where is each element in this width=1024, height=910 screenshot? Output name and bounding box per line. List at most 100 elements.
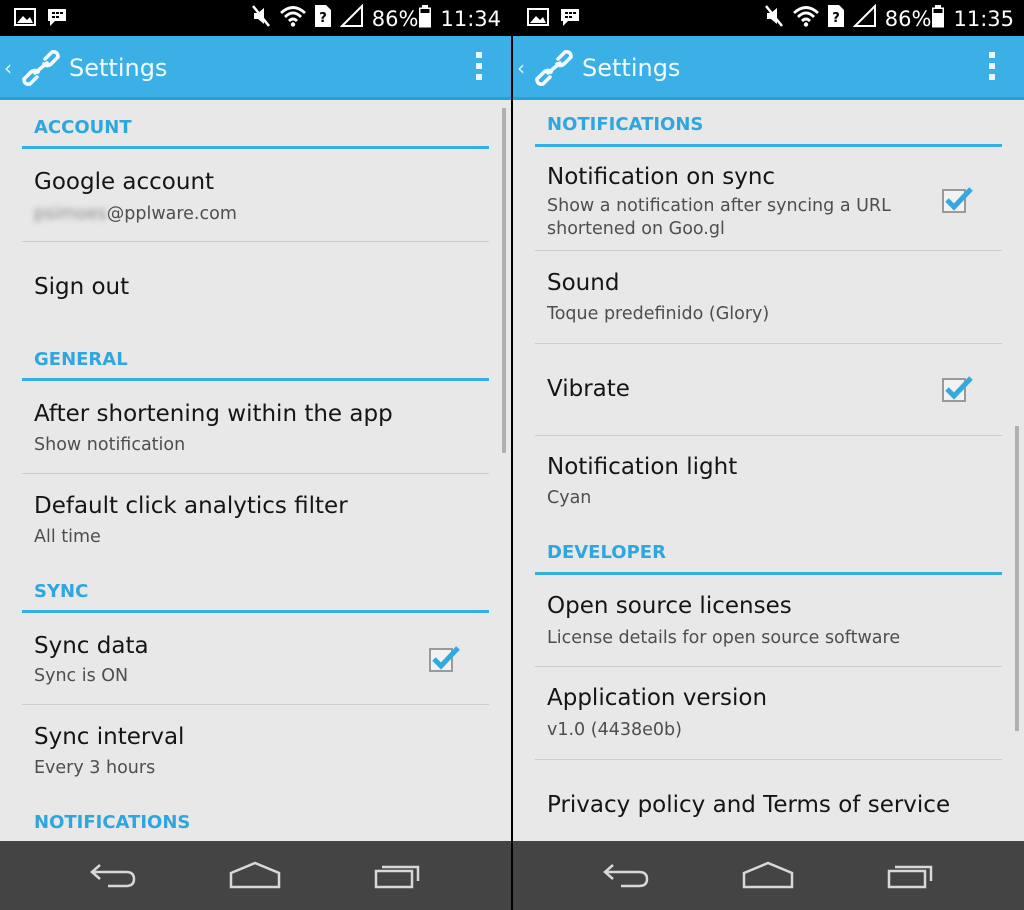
pref-summary: Cyan xyxy=(547,488,592,508)
up-caret[interactable]: ‹ xyxy=(517,56,525,80)
category-label: GENERAL xyxy=(34,349,128,370)
link-logo-icon[interactable] xyxy=(533,48,575,88)
email-domain: @pplware.com xyxy=(106,204,237,224)
category-label: SYNC xyxy=(34,581,89,602)
clock: 11:35 xyxy=(953,6,1014,31)
hidden-username: psimoes xyxy=(34,204,107,224)
category-label: ACCOUNT xyxy=(34,117,132,138)
navigation-bar xyxy=(0,841,511,910)
pref-google-account[interactable]: Google account psimoes@pplware.com xyxy=(22,149,489,242)
pref-title: After shortening within the app xyxy=(34,401,393,427)
pref-summary: psimoes@pplware.com xyxy=(34,203,237,226)
pref-notification-light[interactable]: Notification light Cyan xyxy=(535,437,1002,531)
pref-summary: Show notification xyxy=(34,435,186,455)
pref-title: Application version xyxy=(547,685,768,711)
pref-summary: All time xyxy=(34,527,101,547)
pref-sync-interval[interactable]: Sync interval Every 3 hours xyxy=(22,706,489,800)
pref-summary-line1: Show a notification after syncing a URL xyxy=(547,196,891,216)
link-logo-icon[interactable] xyxy=(20,48,62,88)
overflow-menu-icon[interactable] xyxy=(475,52,483,84)
battery-icon xyxy=(931,4,945,33)
sim-icon: ? xyxy=(314,4,332,33)
pref-sync-data[interactable]: Sync data Sync is ON xyxy=(22,613,489,705)
signal-icon xyxy=(339,3,364,33)
wifi-icon xyxy=(792,5,819,32)
category-account: ACCOUNT xyxy=(22,105,489,149)
back-icon[interactable] xyxy=(601,859,653,891)
scrollbar[interactable] xyxy=(502,108,506,453)
pref-privacy-policy[interactable]: Privacy policy and Terms of service xyxy=(535,761,1002,841)
left-screen: ? 86% 11:34 ‹ Settings ACCOUNT Google ac… xyxy=(0,0,511,910)
mute-icon xyxy=(250,4,272,33)
checkbox-checked-icon[interactable] xyxy=(942,187,973,213)
category-label: NOTIFICATIONS xyxy=(34,812,191,833)
pref-title: Notification light xyxy=(547,454,738,480)
image-icon xyxy=(14,7,36,31)
action-bar: ‹ Settings xyxy=(0,36,511,100)
pref-title: Notification on sync xyxy=(547,164,776,190)
svg-text:?: ? xyxy=(832,11,840,26)
checkbox-checked-icon[interactable] xyxy=(429,646,460,672)
pref-summary: Sync is ON xyxy=(34,666,129,686)
app-title: Settings xyxy=(582,54,681,82)
checkbox-checked-icon[interactable] xyxy=(942,376,973,402)
overflow-menu-icon[interactable] xyxy=(988,52,996,84)
pref-summary: Every 3 hours xyxy=(34,758,156,778)
pref-application-version[interactable]: Application version v1.0 (4438e0b) xyxy=(535,668,1002,760)
bbm-icon xyxy=(559,7,581,31)
svg-text:?: ? xyxy=(319,11,327,26)
pref-summary: License details for open source software xyxy=(547,628,901,648)
back-icon[interactable] xyxy=(88,859,140,891)
pref-summary-line2: shortened on Goo.gl xyxy=(547,219,725,239)
pref-analytics-filter[interactable]: Default click analytics filter All time xyxy=(22,475,489,569)
sim-icon: ? xyxy=(827,4,845,33)
home-icon[interactable] xyxy=(229,859,281,891)
pref-title: Privacy policy and Terms of service xyxy=(547,792,951,818)
image-icon xyxy=(527,7,549,31)
pref-title: Sound xyxy=(547,270,620,296)
recents-icon[interactable] xyxy=(372,859,424,891)
pref-title: Sync data xyxy=(34,633,149,659)
app-title: Settings xyxy=(69,54,168,82)
battery-icon xyxy=(418,4,432,33)
clock: 11:34 xyxy=(440,6,501,31)
pref-notification-on-sync[interactable]: Notification on sync Show a notification… xyxy=(535,147,1002,251)
scrollbar[interactable] xyxy=(1015,426,1019,731)
category-general: GENERAL xyxy=(22,337,489,381)
status-bar: ? 86% 11:34 xyxy=(0,0,511,36)
pref-title: Google account xyxy=(34,169,215,195)
right-screen: ? 86% 11:35 ‹ Settings NOTIFICATIONS Not… xyxy=(513,0,1024,910)
pref-title: Vibrate xyxy=(547,376,630,402)
pref-summary: Toque predefinido (Glory) xyxy=(547,304,770,324)
recents-icon[interactable] xyxy=(885,859,937,891)
category-notifications: NOTIFICATIONS xyxy=(22,800,489,841)
home-icon[interactable] xyxy=(742,859,794,891)
status-bar: ? 86% 11:35 xyxy=(513,0,1024,36)
signal-icon xyxy=(852,3,877,33)
mute-icon xyxy=(763,4,785,33)
category-label: NOTIFICATIONS xyxy=(547,114,704,135)
battery-percent: 86% xyxy=(371,6,419,31)
pref-title: Default click analytics filter xyxy=(34,493,348,519)
battery-percent: 86% xyxy=(884,6,932,31)
up-caret[interactable]: ‹ xyxy=(4,56,12,80)
pref-after-shortening[interactable]: After shortening within the app Show not… xyxy=(22,381,489,474)
pref-title: Sign out xyxy=(34,274,130,300)
settings-list[interactable]: ACCOUNT Google account psimoes@pplware.c… xyxy=(0,103,511,841)
action-bar: ‹ Settings xyxy=(513,36,1024,100)
pref-sound[interactable]: Sound Toque predefinido (Glory) xyxy=(535,252,1002,344)
wifi-icon xyxy=(279,5,306,32)
pref-title: Open source licenses xyxy=(547,593,792,619)
navigation-bar xyxy=(513,841,1024,910)
pref-sign-out[interactable]: Sign out xyxy=(22,243,489,337)
pref-summary: v1.0 (4438e0b) xyxy=(547,720,682,740)
settings-list[interactable]: NOTIFICATIONS Notification on sync Show … xyxy=(513,103,1024,841)
pref-vibrate[interactable]: Vibrate xyxy=(535,345,1002,436)
category-label: DEVELOPER xyxy=(547,542,666,563)
bbm-icon xyxy=(46,7,68,31)
pref-open-source-licenses[interactable]: Open source licenses License details for… xyxy=(535,575,1002,667)
category-notifications: NOTIFICATIONS xyxy=(535,103,1002,147)
category-developer: DEVELOPER xyxy=(535,531,1002,575)
category-sync: SYNC xyxy=(22,569,489,613)
pref-title: Sync interval xyxy=(34,724,185,750)
